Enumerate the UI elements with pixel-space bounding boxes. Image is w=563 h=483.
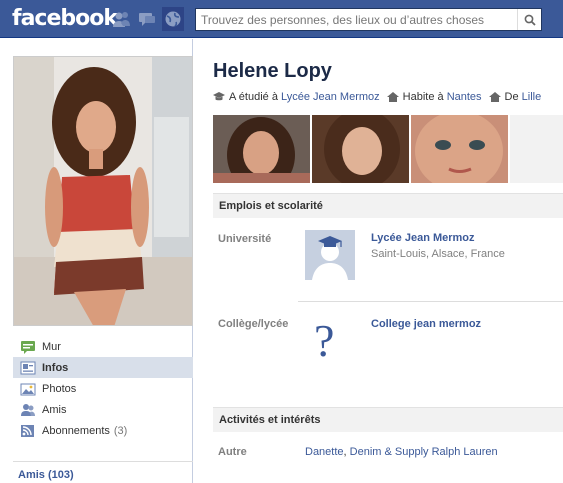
nav-item-label: Amis bbox=[42, 403, 67, 416]
other-interests: Danette, Denim & Supply Ralph Lauren bbox=[305, 446, 498, 458]
nav-item-wall[interactable]: Mur bbox=[13, 336, 193, 357]
profile-name[interactable]: Helene Lopy bbox=[213, 60, 332, 83]
friends-heading[interactable]: Amis (103) bbox=[18, 469, 74, 481]
nav-item-label: Abonnements bbox=[42, 424, 110, 437]
highschool-label: Collège/lycée bbox=[218, 318, 289, 330]
profile-facts: A étudié à Lycée Jean Mermoz Habite à Na… bbox=[213, 91, 548, 103]
friends-icon bbox=[20, 403, 36, 417]
nav-item-label: Mur bbox=[42, 340, 61, 353]
nav-item-photos[interactable]: Photos bbox=[13, 378, 193, 399]
school-icon[interactable] bbox=[305, 230, 355, 280]
search-box[interactable] bbox=[195, 8, 542, 31]
divider bbox=[298, 301, 563, 302]
messages-icon[interactable] bbox=[137, 10, 157, 28]
home-icon bbox=[488, 92, 501, 102]
question-mark-icon[interactable]: ? bbox=[314, 314, 334, 367]
left-column: Mur Infos Photos Amis Abonnements (3) Am… bbox=[0, 39, 193, 483]
search-input[interactable] bbox=[196, 9, 516, 30]
facebook-logo[interactable]: facebook bbox=[12, 6, 118, 31]
wall-icon bbox=[20, 340, 36, 354]
interest-separator: , bbox=[343, 446, 347, 458]
subscriptions-icon bbox=[20, 424, 36, 438]
university-location: Saint-Louis, Alsace, France bbox=[371, 248, 505, 260]
university-label: Université bbox=[218, 233, 272, 245]
work-education-heading: Emplois et scolarité bbox=[213, 193, 563, 218]
subscriptions-count: (3) bbox=[113, 424, 128, 437]
divider bbox=[13, 461, 193, 462]
main-content: Helene Lopy A étudié à Lycée Jean Mermoz… bbox=[194, 39, 563, 483]
graduation-cap-icon bbox=[213, 92, 225, 102]
profile-picture[interactable] bbox=[13, 56, 193, 326]
nav-item-info[interactable]: Infos bbox=[13, 357, 193, 378]
nav-item-label: Photos bbox=[42, 382, 77, 395]
home-icon bbox=[386, 92, 399, 102]
photo-placeholder bbox=[510, 115, 563, 183]
studied-school-link[interactable]: Lycée Jean Mermoz bbox=[281, 91, 380, 103]
interest-link[interactable]: Danette bbox=[305, 446, 344, 458]
search-button[interactable] bbox=[517, 9, 541, 30]
activities-heading: Activités et intérêts bbox=[213, 407, 563, 432]
top-bar: facebook bbox=[0, 0, 563, 38]
photo-thumbnail[interactable] bbox=[312, 115, 409, 183]
info-icon bbox=[20, 361, 36, 375]
notifications-icon[interactable] bbox=[162, 7, 184, 31]
from-city-link[interactable]: Lille bbox=[522, 91, 542, 103]
nav-item-label: Infos bbox=[42, 361, 69, 374]
profile-nav: Mur Infos Photos Amis Abonnements (3) bbox=[13, 336, 193, 441]
nav-item-friends[interactable]: Amis bbox=[13, 399, 193, 420]
search-icon bbox=[524, 14, 536, 26]
photo-strip bbox=[213, 115, 563, 183]
university-name-link[interactable]: Lycée Jean Mermoz bbox=[371, 232, 475, 244]
lives-city-link[interactable]: Nantes bbox=[447, 91, 482, 103]
photos-icon bbox=[20, 382, 36, 396]
other-label: Autre bbox=[218, 446, 247, 458]
highschool-name-link[interactable]: College jean mermoz bbox=[371, 318, 481, 330]
from-prefix: De bbox=[504, 91, 519, 103]
interest-link[interactable]: Denim & Supply Ralph Lauren bbox=[350, 446, 498, 458]
lives-prefix: Habite à bbox=[402, 91, 444, 103]
friend-requests-icon[interactable] bbox=[112, 10, 132, 28]
nav-item-subscriptions[interactable]: Abonnements (3) bbox=[13, 420, 193, 441]
photo-thumbnail[interactable] bbox=[213, 115, 310, 183]
studied-prefix: A étudié à bbox=[229, 91, 278, 103]
photo-thumbnail[interactable] bbox=[411, 115, 508, 183]
